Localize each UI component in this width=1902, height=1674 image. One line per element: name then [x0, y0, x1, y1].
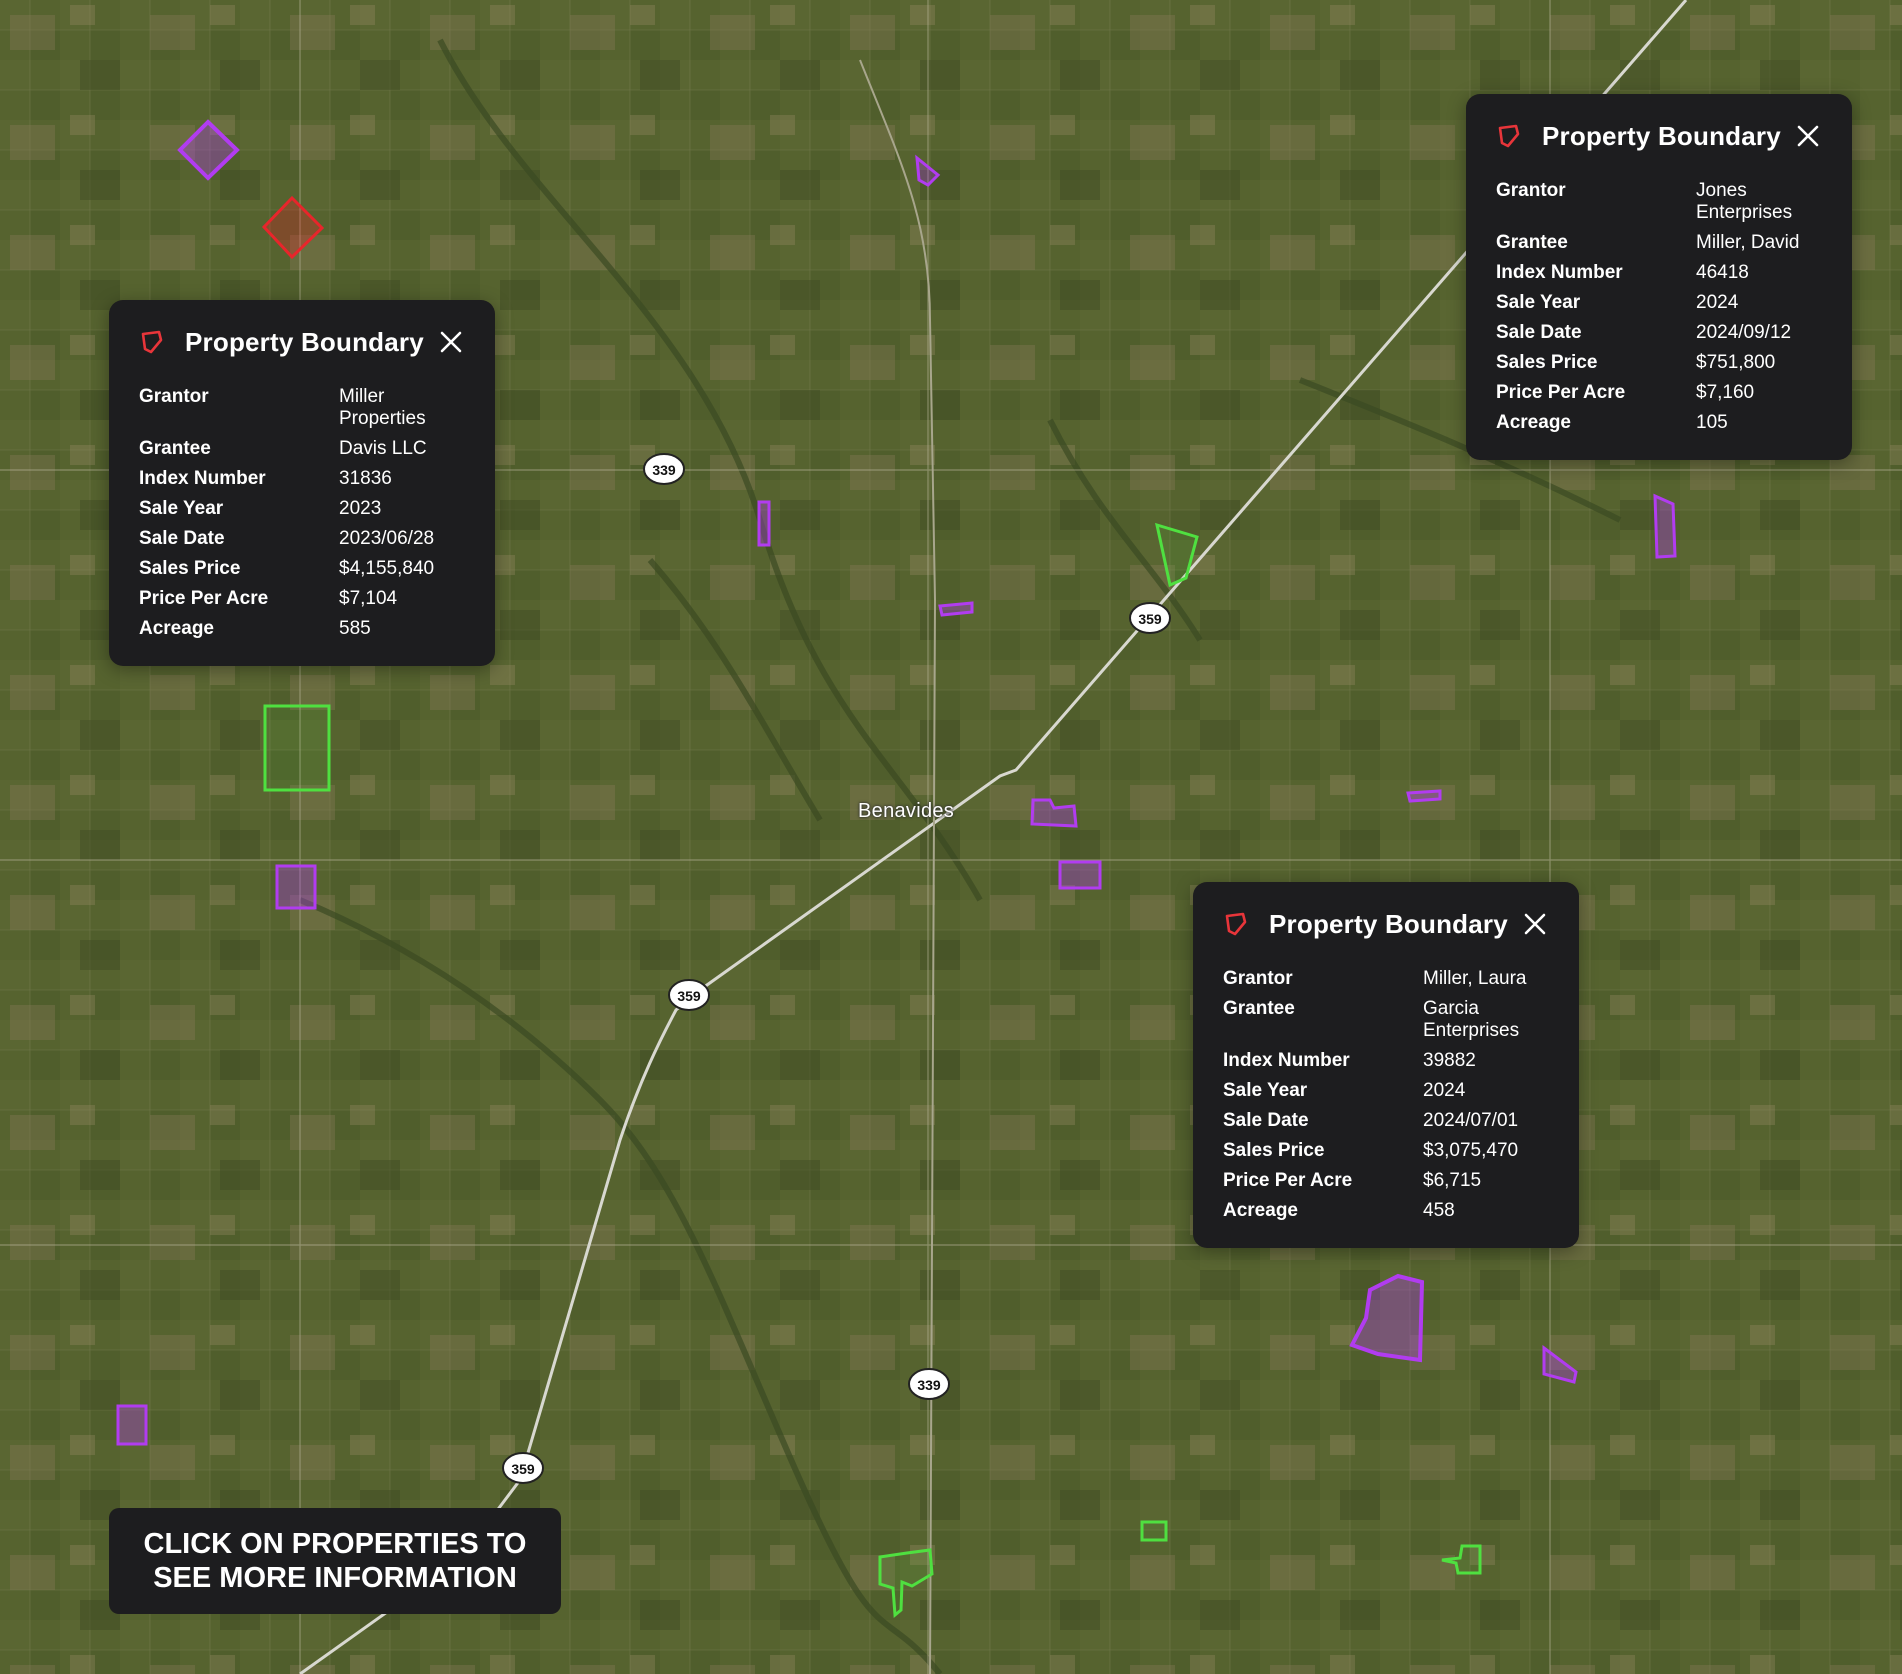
popup-title: Property Boundary	[1269, 908, 1508, 939]
close-button[interactable]	[437, 328, 465, 356]
route-shield-label: 339	[917, 1377, 941, 1393]
route-shield-label: 359	[511, 1461, 535, 1477]
route-shield-label: 359	[677, 988, 701, 1004]
detail-label: Index Number	[139, 468, 266, 489]
detail-label: Price Per Acre	[1223, 1170, 1353, 1191]
detail-value: 2023/06/28	[339, 528, 435, 549]
popup-title: Property Boundary	[185, 326, 424, 357]
parcel-purple[interactable]	[1406, 789, 1442, 803]
detail-label: Grantor	[1223, 968, 1293, 989]
detail-value: 46418	[1696, 262, 1749, 283]
detail-label: Price Per Acre	[139, 588, 269, 609]
detail-value: 2024/07/01	[1423, 1110, 1519, 1131]
close-icon	[440, 331, 462, 353]
route-shield-label: 339	[652, 462, 676, 478]
popup-details: Grantor Jones Enterprises Grantee Miller, …	[1496, 180, 1822, 434]
popup-title: Property Boundary	[1542, 120, 1781, 151]
close-button[interactable]	[1794, 122, 1822, 150]
detail-value: Jones Enterprises	[1696, 180, 1793, 223]
close-icon	[1524, 913, 1546, 935]
detail-label: Price Per Acre	[1496, 382, 1626, 403]
detail-value: 2024	[1423, 1080, 1466, 1101]
parcel-purple[interactable]	[757, 500, 771, 547]
route-shield: 359	[668, 979, 710, 1011]
property-popup: Property Boundary Grantor Jones Enterpris…	[1466, 94, 1852, 460]
detail-value: 585	[339, 618, 371, 639]
detail-value: $3,075,470	[1423, 1140, 1519, 1161]
parcel-purple[interactable]	[938, 601, 974, 617]
detail-value: 105	[1696, 412, 1728, 433]
popup-header: Property Boundary	[139, 322, 465, 362]
property-popup: Property Boundary Grantor Miller Properti…	[109, 300, 495, 666]
detail-value: Miller, David	[1696, 232, 1800, 253]
detail-label: Grantee	[1223, 998, 1295, 1019]
detail-label: Sales Price	[1223, 1140, 1325, 1161]
detail-label: Grantee	[139, 438, 211, 459]
detail-value: 31836	[339, 468, 392, 489]
popup-details: Grantor Miller, Laura Grantee Garcia Enter…	[1223, 968, 1549, 1222]
detail-label: Sale Year	[139, 498, 224, 519]
detail-label: Grantor	[1496, 180, 1566, 201]
polygon-boundary-icon	[141, 330, 163, 354]
popup-details: Grantor Miller Properties Grantee Davis LL…	[139, 386, 465, 640]
detail-label: Acreage	[1496, 412, 1571, 433]
detail-label: Sale Date	[139, 528, 225, 549]
detail-label: Sale Year	[1223, 1080, 1308, 1101]
polygon-boundary-icon	[1498, 124, 1520, 148]
detail-label: Sales Price	[139, 558, 241, 579]
route-shield-label: 359	[1138, 611, 1162, 627]
property-popup: Property Boundary Grantor Miller, Laura G…	[1193, 882, 1579, 1248]
detail-value: $6,715	[1423, 1170, 1482, 1191]
detail-label: Index Number	[1223, 1050, 1350, 1071]
detail-label: Sales Price	[1496, 352, 1598, 373]
detail-value: Miller Properties	[339, 386, 426, 429]
detail-value: 2024/09/12	[1696, 322, 1792, 343]
detail-value: $7,104	[339, 588, 398, 609]
detail-label: Sale Date	[1496, 322, 1582, 343]
detail-value: 2023	[339, 498, 382, 519]
detail-value: Davis LLC	[339, 438, 427, 459]
close-button[interactable]	[1521, 910, 1549, 938]
parcel-purple[interactable]	[275, 864, 317, 910]
detail-label: Grantee	[1496, 232, 1568, 253]
route-shield: 359	[1129, 602, 1171, 634]
detail-value: 39882	[1423, 1050, 1476, 1071]
close-icon	[1797, 125, 1819, 147]
popup-header: Property Boundary	[1496, 116, 1822, 156]
instruction-banner: CLICK ON PROPERTIES TO SEE MORE INFORMAT…	[109, 1508, 561, 1614]
detail-label: Acreage	[1223, 1200, 1298, 1221]
route-shield: 359	[502, 1452, 544, 1484]
detail-value: $4,155,840	[339, 558, 435, 579]
detail-value: 458	[1423, 1200, 1455, 1221]
detail-label: Grantor	[139, 386, 209, 407]
popup-header: Property Boundary	[1223, 904, 1549, 944]
route-shield: 339	[908, 1368, 950, 1400]
polygon-boundary-icon	[1225, 912, 1247, 936]
detail-value: Garcia Enterprises	[1423, 998, 1520, 1041]
detail-label: Sale Year	[1496, 292, 1581, 313]
detail-label: Acreage	[139, 618, 214, 639]
parcel-green[interactable]	[1140, 1520, 1168, 1542]
parcel-purple[interactable]	[1058, 860, 1102, 890]
parcel-purple[interactable]	[1653, 493, 1677, 559]
detail-value: Miller, Laura	[1423, 968, 1527, 989]
parcel-purple[interactable]	[116, 1404, 148, 1446]
parcel-green[interactable]	[263, 704, 331, 792]
detail-value: 2024	[1696, 292, 1739, 313]
detail-label: Sale Date	[1223, 1110, 1309, 1131]
detail-value: $751,800	[1696, 352, 1776, 373]
route-shield: 339	[643, 453, 685, 485]
detail-label: Index Number	[1496, 262, 1623, 283]
detail-value: $7,160	[1696, 382, 1755, 403]
town-label: Benavides	[858, 800, 955, 822]
